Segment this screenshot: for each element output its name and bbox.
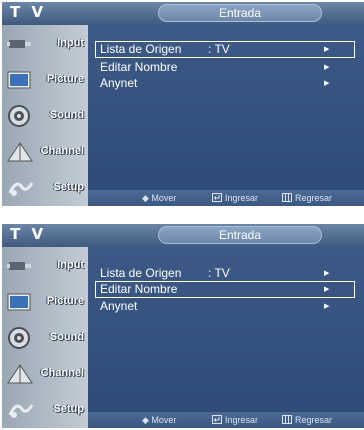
sidebar-item-setup[interactable]: Setup	[2, 171, 88, 205]
sidebar-item-label: Channel	[40, 145, 84, 157]
tv-label: T V	[10, 225, 47, 243]
title-bar: T V Entrada	[2, 2, 364, 25]
menu-item-name: Lista de Origen	[100, 266, 182, 280]
menu-item-name: Editar Nombre	[100, 282, 178, 296]
move-hint: ◆ Mover	[142, 415, 177, 425]
enter-hint: Ingresar	[212, 190, 258, 206]
return-label: Regresar	[295, 415, 333, 425]
sidebar-item-label: Setup	[53, 403, 84, 415]
channel-icon	[7, 364, 33, 384]
return-icon	[282, 415, 292, 424]
menu-item-lista-de-origen[interactable]: Lista de Origen : TV ▶	[95, 41, 355, 58]
menu-item-editar-nombre[interactable]: Editar Nombre ▶	[96, 60, 354, 75]
sidebar-item-label: Setup	[53, 181, 84, 193]
setup-icon	[8, 182, 34, 196]
footer-help-bar: ◆ Mover Ingresar Regresar	[88, 412, 364, 428]
sidebar-item-picture[interactable]: Picture	[2, 63, 88, 97]
sidebar-item-label: Sound	[49, 109, 84, 121]
sidebar-item-label: Sound	[49, 331, 84, 343]
picture-icon	[7, 71, 31, 89]
menu-item-name: Editar Nombre	[100, 60, 178, 74]
menu-title: Entrada	[158, 226, 322, 244]
return-hint: Regresar	[282, 190, 332, 206]
sidebar-item-channel[interactable]: Channel	[2, 357, 88, 391]
move-hint: ◆ Mover	[142, 193, 177, 203]
sidebar-item-input[interactable]: Input	[2, 249, 88, 283]
channel-icon	[7, 142, 33, 162]
menu-item-editar-nombre[interactable]: Editar Nombre ▶	[95, 281, 355, 298]
sidebar-item-channel[interactable]: Channel	[2, 135, 88, 169]
setup-icon	[8, 404, 34, 418]
return-icon	[282, 193, 292, 202]
arrow-right-icon: ▶	[324, 303, 330, 310]
sidebar: Input Picture Sound Channel Setup	[2, 25, 88, 206]
arrow-right-icon: ▶	[324, 64, 330, 71]
menu-title: Entrada	[158, 4, 322, 22]
sidebar-item-label: Channel	[40, 367, 84, 379]
title-bar: T V Entrada	[2, 224, 364, 247]
menu-item-name: Lista de Origen	[100, 42, 182, 56]
sidebar-item-setup[interactable]: Setup	[2, 393, 88, 427]
sidebar-item-label: Picture	[46, 295, 84, 307]
enter-label: Ingresar	[225, 193, 259, 203]
sidebar: Input Picture Sound Channel Setup	[2, 247, 88, 428]
sidebar-item-label: Input	[57, 259, 84, 271]
menu-item-lista-de-origen[interactable]: Lista de Origen : TV ▶	[96, 266, 354, 281]
input-icon	[7, 262, 31, 270]
picture-icon	[7, 293, 31, 311]
menu-item-anynet[interactable]: Anynet ▶	[96, 299, 354, 314]
sidebar-item-picture[interactable]: Picture	[2, 285, 88, 319]
sidebar-item-label: Input	[57, 37, 84, 49]
menu-item-value: : TV	[208, 42, 230, 56]
enter-icon	[212, 415, 222, 424]
menu-item-name: Anynet	[100, 299, 138, 313]
enter-label: Ingresar	[225, 415, 259, 425]
arrow-right-icon: ▶	[324, 286, 330, 293]
return-label: Regresar	[295, 193, 333, 203]
sound-icon	[8, 105, 30, 127]
sidebar-item-sound[interactable]: Sound	[2, 99, 88, 133]
enter-hint: Ingresar	[212, 412, 258, 428]
tv-menu-screen-2: T V Entrada Input Picture Sound Channel …	[2, 224, 364, 428]
enter-icon	[212, 193, 222, 202]
menu-panel: Lista de Origen : TV ▶ Editar Nombre ▶ A…	[88, 247, 364, 428]
input-icon	[7, 40, 31, 48]
menu-panel: Lista de Origen : TV ▶ Editar Nombre ▶ A…	[88, 25, 364, 206]
sidebar-item-label: Picture	[46, 73, 84, 85]
arrow-right-icon: ▶	[324, 270, 330, 277]
sidebar-item-input[interactable]: Input	[2, 27, 88, 61]
tv-menu-screen-1: T V Entrada Input Picture Sound Channel …	[2, 2, 364, 206]
sound-icon	[8, 327, 30, 349]
menu-item-name: Anynet	[100, 76, 138, 90]
menu-item-anynet[interactable]: Anynet ▶	[96, 76, 354, 91]
menu-item-value: : TV	[208, 266, 230, 280]
footer-help-bar: ◆ Mover Ingresar Regresar	[88, 190, 364, 206]
sidebar-item-sound[interactable]: Sound	[2, 321, 88, 355]
tv-label: T V	[10, 3, 47, 21]
return-hint: Regresar	[282, 412, 332, 428]
arrow-right-icon: ▶	[324, 80, 330, 87]
arrow-right-icon: ▶	[324, 46, 330, 53]
